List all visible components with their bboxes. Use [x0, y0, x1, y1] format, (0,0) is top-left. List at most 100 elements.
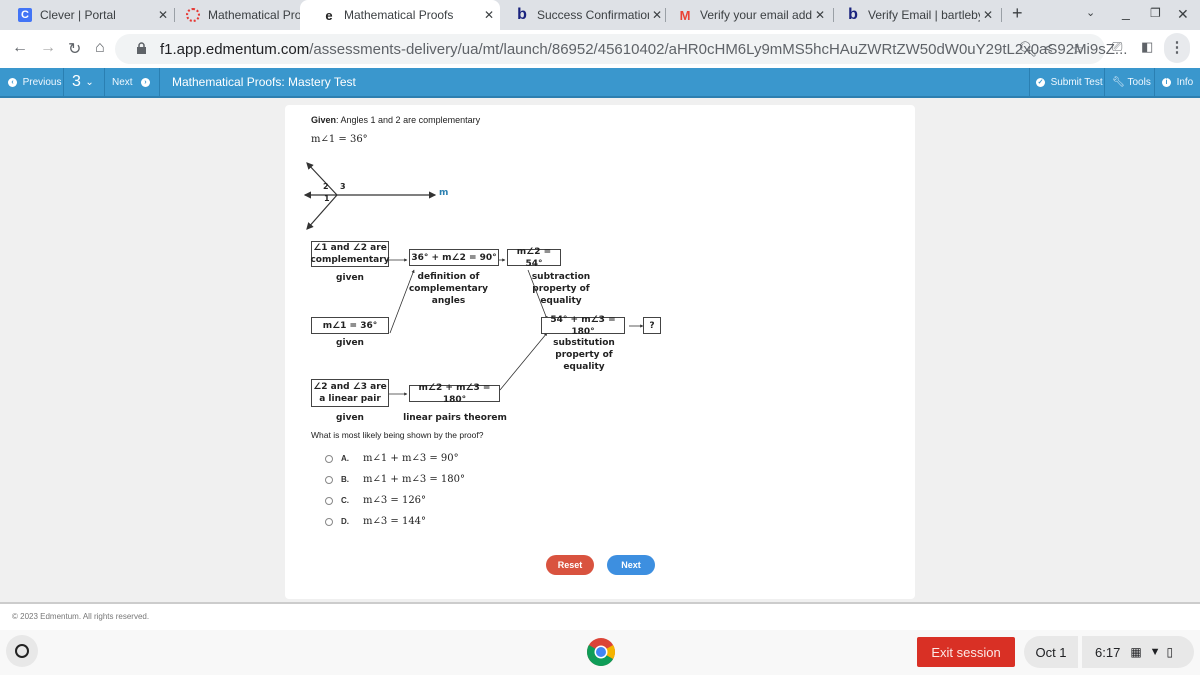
next-arrow-icon: › [140, 77, 150, 87]
option-text: m∠1 + m∠3 = 180° [363, 474, 466, 485]
check-circle-icon: ✓ [1036, 77, 1045, 87]
forward-icon[interactable]: → [40, 39, 56, 57]
tab-success-confirmation[interactable]: b Success Confirmation ✕ [505, 0, 670, 30]
divider [159, 68, 160, 96]
side-panel-icon[interactable]: ◧ [1141, 39, 1153, 55]
tab-mathematical-proofs-active[interactable]: e Mathematical Proofs: ✕ [300, 0, 500, 30]
proof-reason: substitution property of equality [553, 338, 615, 372]
proof-reason: given [336, 413, 364, 423]
line-label-m: m [439, 188, 449, 198]
option-letter: D. [341, 517, 349, 526]
wifi-icon: ▼ [1149, 646, 1161, 658]
option-letter: B. [341, 475, 349, 484]
address-bar-row: ← → ↻ ⌂ f1.app.edmentum.com/assessments-… [0, 30, 1200, 68]
close-tab-icon[interactable]: ✕ [815, 8, 825, 22]
tab-title: Mathematical Proofs: [344, 8, 454, 22]
radio-button[interactable] [325, 517, 333, 526]
wrench-icon: 🔧︎ [1112, 76, 1125, 88]
tab-verify-email-gmail[interactable]: M Verify your email addr ✕ [668, 0, 833, 30]
question-number: 3 [72, 73, 81, 90]
reload-icon[interactable]: ↻ [68, 39, 81, 59]
ray-lower [306, 194, 338, 230]
launcher-circle-icon [15, 644, 29, 658]
zoom-lens-icon[interactable]: 🔍︎ [1018, 40, 1037, 58]
submit-test-button[interactable]: ✓ Submit Test [1036, 68, 1103, 96]
tab-title: Clever | Portal [40, 8, 116, 22]
previous-label: Previous [22, 76, 62, 88]
battery-icon: ▯ [1166, 645, 1174, 659]
answer-option-c[interactable]: C. m∠3 = 126° [325, 495, 426, 506]
close-tab-icon[interactable]: ✕ [983, 8, 993, 22]
close-window-icon[interactable]: ✕ [1177, 6, 1189, 23]
info-icon: i [1162, 77, 1171, 87]
option-text: m∠1 + m∠3 = 90° [363, 453, 459, 464]
gmail-icon: M [679, 7, 691, 23]
tab-clever-portal[interactable]: C Clever | Portal ✕ [8, 0, 176, 30]
radio-button[interactable] [325, 475, 333, 484]
loading-icon [186, 8, 200, 22]
exit-session-button[interactable]: Exit session [917, 637, 1015, 667]
minimize-icon[interactable]: _ [1122, 4, 1130, 20]
tab-title: Success Confirmation [537, 8, 649, 22]
proof-reason: definition of complementary angles [408, 272, 489, 306]
radio-button[interactable] [325, 496, 333, 505]
divider [63, 68, 64, 96]
proof-box-unknown: ? [643, 317, 661, 334]
os-shelf: Exit session Oct 1 6:17 ▦ ▼ ▯ [0, 630, 1200, 675]
bookmark-star-icon[interactable]: ☆ [1071, 40, 1084, 58]
radio-button[interactable] [325, 454, 333, 463]
system-tray[interactable]: 6:17 ▦ ▼ ▯ [1082, 636, 1194, 668]
new-tab-button[interactable]: + [1012, 3, 1023, 24]
close-tab-icon[interactable]: ✕ [652, 8, 662, 22]
browser-tab-bar: C Clever | Portal ✕ Mathematical Proofs … [0, 0, 1200, 30]
omnibox[interactable]: f1.app.edmentum.com/assessments-delivery… [115, 34, 1127, 64]
tab-search-chevron-icon[interactable]: ⌄ [1086, 6, 1095, 19]
chevron-down-icon: ⌄ [85, 76, 94, 88]
previous-arrow-icon: ‹ [8, 77, 17, 87]
close-tab-icon[interactable]: ✕ [484, 8, 494, 22]
tab-title: Verify Email | bartleby [868, 8, 980, 22]
date-display[interactable]: Oct 1 [1024, 636, 1078, 668]
home-icon[interactable]: ⌂ [95, 39, 105, 57]
answer-option-b[interactable]: B. m∠1 + m∠3 = 180° [325, 474, 465, 485]
info-label: Info [1176, 76, 1194, 88]
angle-label-3: 3 [340, 182, 346, 191]
copyright-text: © 2023 Edmentum. All rights reserved. [12, 612, 150, 621]
back-icon[interactable]: ← [12, 39, 28, 57]
info-button[interactable]: i Info [1162, 68, 1193, 96]
proof-box-sum-180: 54° + m∠3 = 180° [541, 315, 625, 337]
reset-button[interactable]: Reset [546, 555, 594, 575]
next-question-button[interactable]: Next › [112, 68, 150, 96]
divider [104, 68, 105, 96]
next-button[interactable]: Next [607, 555, 655, 575]
close-tab-icon[interactable]: ✕ [158, 8, 168, 22]
main-content: Given: Angles 1 and 2 are complementary … [0, 98, 1200, 602]
launcher-button[interactable] [6, 635, 38, 667]
answer-option-a[interactable]: A. m∠1 + m∠3 = 90° [325, 453, 459, 464]
question-card: Given: Angles 1 and 2 are complementary … [285, 105, 915, 599]
proof-box-complementary: ∠1 and ∠2 are complementary [310, 241, 390, 267]
restore-icon[interactable]: ❐ [1150, 6, 1161, 20]
proof-reason: subtraction property of equality [531, 272, 591, 306]
chrome-app-icon[interactable] [586, 637, 616, 667]
tools-button[interactable]: 🔧︎ Tools [1112, 68, 1151, 96]
next-label: Next [112, 76, 133, 88]
question-prompt: What is most likely being shown by the p… [311, 430, 484, 440]
cast-icon[interactable]: ⎚ [1112, 39, 1122, 55]
page-footer: © 2023 Edmentum. All rights reserved. [0, 602, 1200, 630]
menu-kebab-icon[interactable]: ⋮ [1164, 33, 1190, 63]
url-text[interactable]: f1.app.edmentum.com/assessments-delivery… [160, 41, 1127, 58]
bartleby-icon: b [848, 6, 858, 23]
assessment-toolbar: ‹ Previous 3 ⌄ Next › Mathematical Proof… [0, 68, 1200, 98]
previous-button[interactable]: ‹ Previous [8, 68, 61, 96]
divider [1154, 68, 1155, 96]
tab-title: Verify your email addr [700, 8, 812, 22]
lock-icon [137, 42, 146, 54]
share-icon[interactable]: < [1044, 40, 1053, 57]
question-number-dropdown[interactable]: 3 ⌄ [72, 68, 94, 96]
tab-verify-email-bartleby[interactable]: b Verify Email | bartleby ✕ [836, 0, 1001, 30]
answer-option-d[interactable]: D. m∠3 = 144° [325, 516, 426, 527]
option-text: m∠3 = 144° [363, 516, 427, 527]
proof-reason: linear pairs theorem [403, 413, 507, 423]
angle-label-2: 2 [323, 182, 329, 191]
